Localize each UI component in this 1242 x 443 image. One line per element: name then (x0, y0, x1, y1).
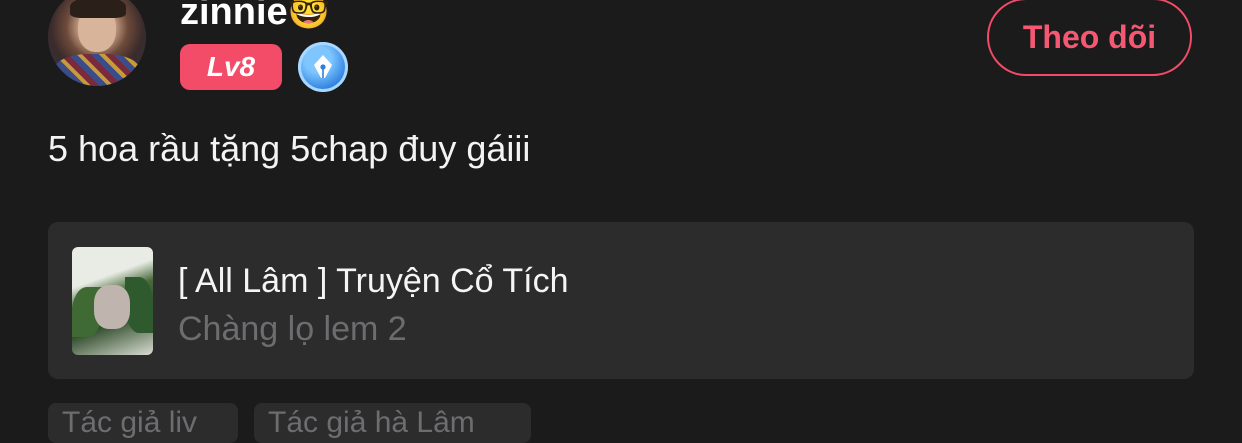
avatar-shirt (54, 54, 140, 86)
level-badge: Lv8 (180, 44, 282, 90)
username-text: zinnie (180, 0, 288, 33)
nerd-face-emoji: 🤓 (287, 0, 331, 31)
story-title: [ All Lâm ] Truyện Cổ Tích (178, 262, 569, 300)
tag-chip[interactable]: Tác giả hà Lâm (254, 403, 531, 443)
story-card[interactable]: [ All Lâm ] Truyện Cổ Tích Chàng lọ lem … (48, 222, 1194, 379)
user-avatar[interactable] (48, 0, 146, 86)
cover-figure (94, 285, 130, 329)
username[interactable]: zinnie🤓 (180, 0, 330, 34)
avatar-hair (70, 0, 126, 18)
post-text: 5 hoa rầu tặng 5chap đuy gáiii (48, 128, 531, 169)
story-cover-image (72, 247, 153, 355)
pen-nib-glyph (314, 55, 332, 78)
follow-button[interactable]: Theo dõi (987, 0, 1192, 76)
pen-nib-icon (298, 42, 348, 92)
story-chapter: Chàng lọ lem 2 (178, 310, 407, 348)
tag-chip[interactable]: Tác giả liv (48, 403, 238, 443)
